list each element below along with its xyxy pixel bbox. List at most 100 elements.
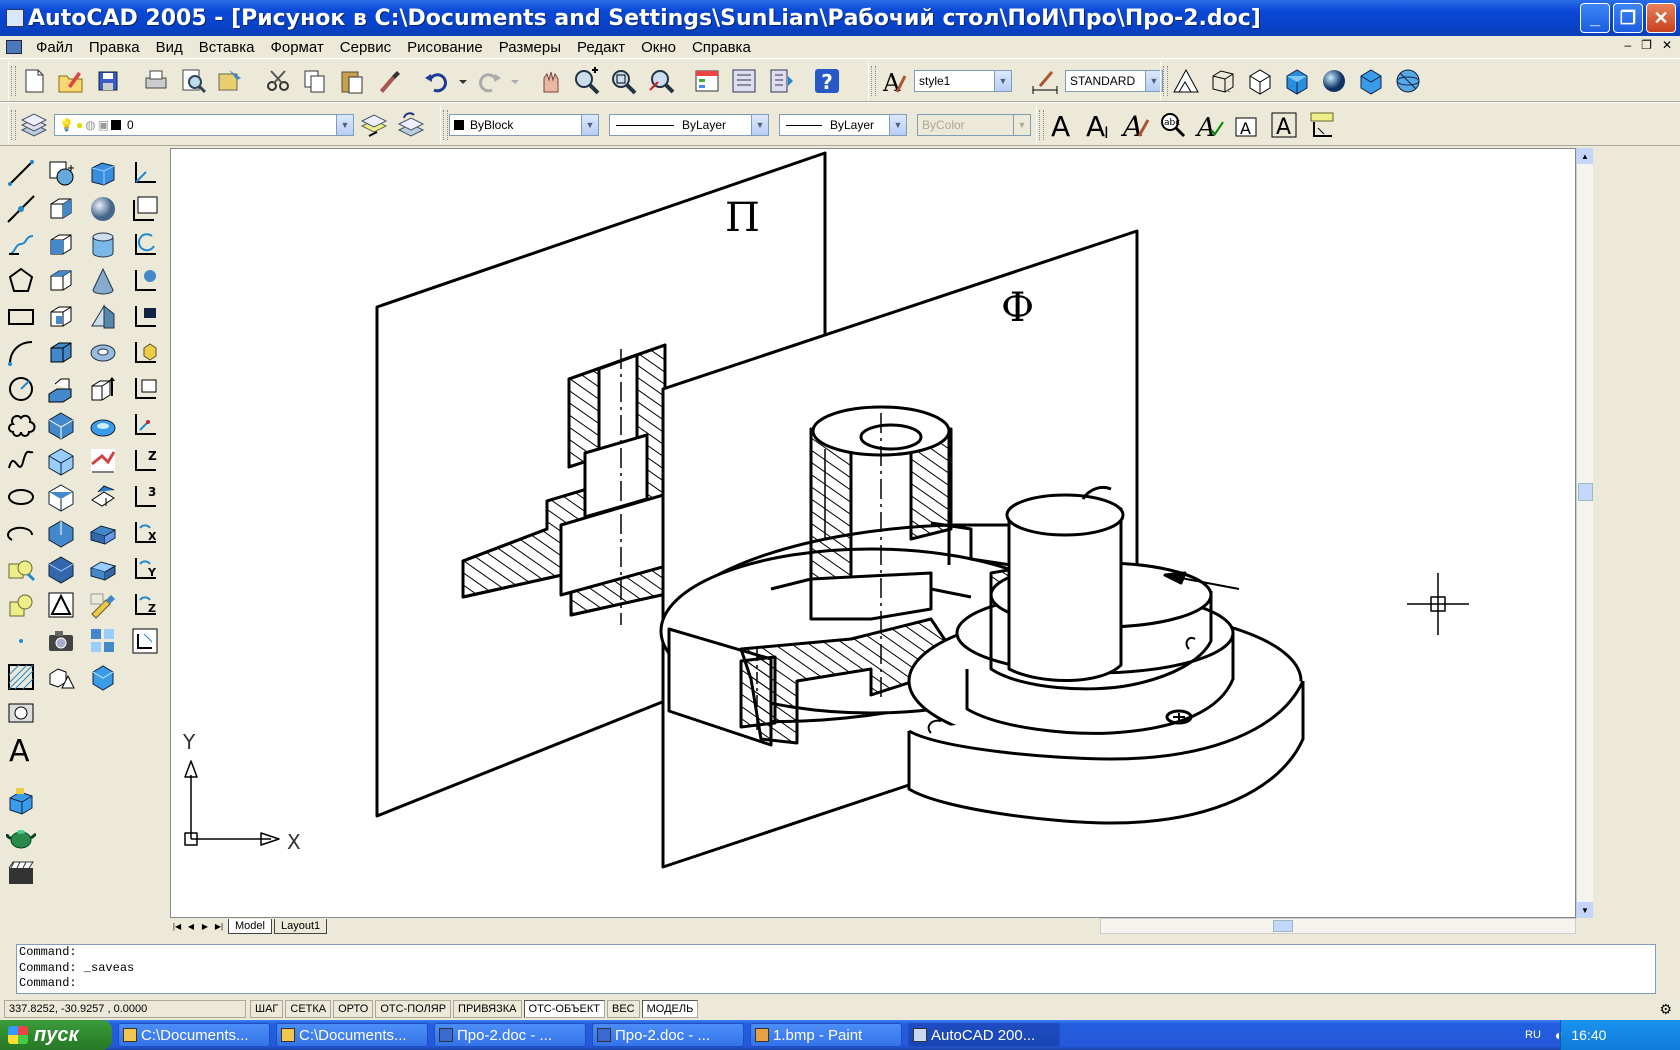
vertical-scroll-thumb[interactable] [1578, 483, 1593, 501]
sphere-shaded-icon[interactable] [1317, 64, 1351, 98]
communication-center-icon[interactable]: ⚙ [1659, 1001, 1672, 1018]
region-icon[interactable] [4, 696, 38, 730]
drawing-area[interactable]: П Ф Y X [170, 148, 1576, 918]
ucs-icon[interactable] [128, 156, 162, 190]
gouraud-shaded-icon[interactable] [1280, 64, 1314, 98]
rotate-faces-icon[interactable] [44, 336, 78, 370]
taskbar-item-paint[interactable]: 1.bmp - Paint [750, 1023, 902, 1047]
single-line-text-icon[interactable]: AI [1082, 108, 1116, 142]
cube-icon[interactable] [86, 660, 120, 694]
minimize-button[interactable]: _ [1580, 3, 1610, 33]
apply-ucs-icon[interactable] [128, 624, 162, 658]
title-bar[interactable]: AutoCAD 2005 - [Рисунок в C:\Documents a… [0, 0, 1680, 36]
multiline-text-icon[interactable]: A [1045, 108, 1079, 142]
color-edges-icon[interactable] [44, 516, 78, 550]
cylinder-icon[interactable] [86, 228, 120, 262]
color-faces-icon[interactable] [44, 444, 78, 478]
ucs-previous-icon[interactable] [128, 228, 162, 262]
taskbar-item-autocad[interactable]: AutoCAD 200... [908, 1023, 1060, 1047]
insert-block-icon[interactable] [4, 552, 38, 586]
point-icon[interactable] [4, 624, 38, 658]
tab-model[interactable]: Model [228, 918, 272, 934]
revision-cloud-icon[interactable] [4, 408, 38, 442]
mdi-minimize-button[interactable]: – [1624, 38, 1631, 52]
tab-layout1[interactable]: Layout1 [273, 918, 328, 934]
chevron-down-icon[interactable]: ▼ [581, 115, 598, 135]
clock[interactable]: 16:40 [1571, 1027, 1606, 1043]
imprint-icon[interactable] [44, 552, 78, 586]
ellipse-arc-icon[interactable] [4, 516, 38, 550]
find-text-icon[interactable]: abc [1156, 108, 1190, 142]
menu-tools[interactable]: Сервис [332, 39, 399, 56]
make-layer-current-icon[interactable] [357, 108, 391, 142]
menu-draw[interactable]: Рисование [399, 39, 491, 56]
taskbar-item-word-2[interactable]: Про-2.doc - ... [592, 1023, 744, 1047]
maximize-button[interactable]: ❐ [1613, 3, 1643, 33]
menu-edit[interactable]: Правка [81, 39, 148, 56]
menu-insert[interactable]: Вставка [191, 39, 263, 56]
box-shaded-icon[interactable] [1354, 64, 1388, 98]
face-ucs-icon[interactable] [128, 336, 162, 370]
document-icon[interactable] [6, 40, 22, 54]
layer-previous-icon[interactable] [394, 108, 428, 142]
construction-line-icon[interactable] [4, 192, 38, 226]
snap-toggle[interactable]: ШАГ [250, 1000, 284, 1018]
lineweight-select[interactable]: ByLayer ▼ [779, 114, 907, 136]
revolve-icon[interactable] [86, 408, 120, 442]
tool-palettes-icon[interactable] [764, 64, 798, 98]
animation-icon[interactable] [4, 856, 38, 890]
network-icon[interactable]: ◐ [1555, 1027, 1563, 1043]
text-style-select[interactable]: style1 ▼ [914, 70, 1012, 92]
copy-edges-icon[interactable] [44, 480, 78, 514]
layer-select[interactable]: 💡 ● ◍ ▣ 0 ▼ [54, 114, 354, 136]
interfere-icon[interactable] [86, 444, 120, 478]
hatch-icon[interactable] [4, 660, 38, 694]
viewport-freeze-icon[interactable]: ◍ [85, 118, 95, 132]
object-ucs-icon[interactable] [128, 300, 162, 334]
zoom-realtime-icon[interactable] [570, 64, 604, 98]
ellipse-icon[interactable] [4, 480, 38, 514]
command-window[interactable]: Command: Command: _saveas Command: [16, 944, 1656, 994]
make-block-icon[interactable] [4, 588, 38, 622]
osnap-toggle[interactable]: ПРИВЯЗКА [453, 1000, 522, 1018]
edit-text-icon[interactable]: A [1119, 108, 1153, 142]
3d-box-render-icon[interactable] [4, 784, 38, 818]
design-center-icon[interactable] [727, 64, 761, 98]
rectangle-icon[interactable] [4, 300, 38, 334]
mdi-restore-button[interactable]: ❐ [1641, 38, 1652, 52]
start-button[interactable]: пуск [0, 1020, 112, 1050]
dim-style-icon[interactable] [1028, 64, 1062, 98]
plot-icon[interactable] [139, 64, 173, 98]
chevron-down-icon[interactable]: ▼ [751, 115, 768, 135]
wireframe-icon[interactable] [1206, 64, 1240, 98]
taskbar-item-explorer-1[interactable]: C:\Documents... [118, 1023, 270, 1047]
open-icon[interactable] [54, 64, 88, 98]
z-axis-vector-ucs-icon[interactable]: Z [128, 444, 162, 478]
scroll-up-icon[interactable]: ▲ [1577, 148, 1593, 164]
properties-icon[interactable] [690, 64, 724, 98]
solid-group-icon[interactable] [86, 624, 120, 658]
hide-icon[interactable] [1169, 64, 1203, 98]
color-select[interactable]: ByBlock ▼ [449, 114, 599, 136]
flat-shaded-icon[interactable] [1243, 64, 1277, 98]
world-ucs-icon[interactable] [128, 264, 162, 298]
next-tab-icon[interactable]: ▶ [198, 919, 212, 933]
slice-icon[interactable] [86, 480, 120, 514]
grid-toggle[interactable]: СЕТКА [285, 1000, 332, 1018]
drawing-canvas[interactable]: П Ф Y X [171, 149, 1576, 918]
redo-icon[interactable] [472, 64, 506, 98]
text-style-icon[interactable]: A [877, 64, 911, 98]
lineweight-toggle[interactable]: ВЕС [606, 1000, 640, 1018]
undo-dropdown-icon[interactable] [457, 64, 469, 98]
lightbulb-icon[interactable]: 💡 [59, 118, 74, 132]
line-icon[interactable] [4, 156, 38, 190]
model-toggle[interactable]: МОДЕЛЬ [641, 1000, 699, 1018]
sphere-icon[interactable] [86, 192, 120, 226]
coordinates-readout[interactable]: 337.8252, -30.9257 , 0.0000 [4, 1000, 246, 1018]
layer-manager-icon[interactable] [17, 108, 51, 142]
justify-text-icon[interactable] [1304, 108, 1338, 142]
offset-faces-icon[interactable] [44, 264, 78, 298]
first-tab-icon[interactable]: |◀ [170, 919, 184, 933]
camera-icon[interactable] [44, 624, 78, 658]
arc-icon[interactable] [4, 336, 38, 370]
